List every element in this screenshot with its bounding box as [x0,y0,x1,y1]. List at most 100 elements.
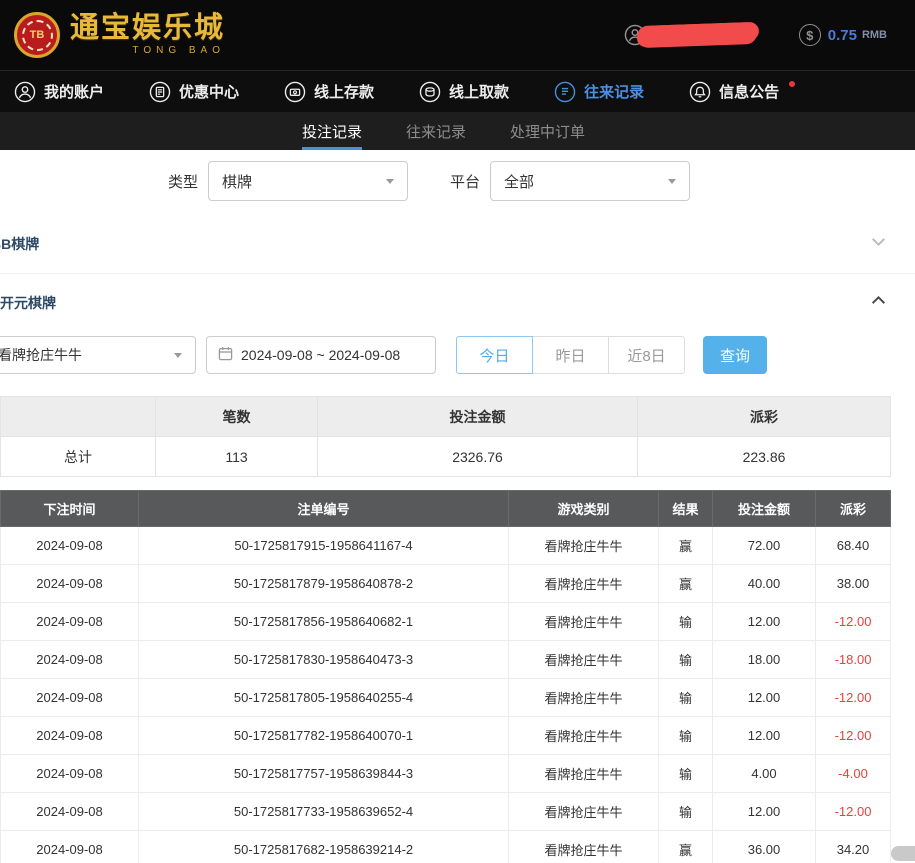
bet-amount-cell: 12.00 [713,679,816,717]
summary-header-payout: 派彩 [638,397,891,437]
nav-item-my-account[interactable]: 我的账户 [14,81,104,103]
header-bet-id: 注单编号 [139,491,509,527]
game-type-cell: 看牌抢庄牛牛 [509,603,659,641]
nav-label: 线上取款 [449,81,509,102]
bet-date-cell: 2024-09-08 [1,603,139,641]
bet-date-cell: 2024-09-08 [1,527,139,565]
bet-table-body: 2024-09-0850-1725817915-1958641167-4看牌抢庄… [1,527,891,863]
bet-id-cell: 50-1725817782-1958640070-1 [139,717,509,755]
game-type-cell: 看牌抢庄牛牛 [509,793,659,831]
summary-total-row: 总计 113 2326.76 223.86 [1,437,891,477]
type-select-value: 棋牌 [222,171,252,192]
deposit-icon [284,81,306,103]
game-select[interactable]: 看牌抢庄牛牛 [0,336,196,374]
nav-item-announcements[interactable]: 信息公告 [689,81,795,103]
platform-label: 平台 [450,171,480,192]
tab-betting-records[interactable]: 投注记录 [302,112,362,150]
nav-item-promotions[interactable]: 优惠中心 [149,81,239,103]
date-range-value: 2024-09-08 ~ 2024-09-08 [241,347,400,363]
summary-header-blank [1,397,156,437]
platform-select[interactable]: 全部 [490,161,690,201]
bet-amount-cell: 12.00 [713,603,816,641]
game-select-value: 看牌抢庄牛牛 [0,345,82,365]
type-select[interactable]: 棋牌 [208,161,408,201]
nav-label: 线上存款 [314,81,374,102]
redacted-username [636,22,757,48]
tab-processing-orders[interactable]: 处理中订单 [510,112,585,150]
tab-transaction-records[interactable]: 往来记录 [406,112,466,150]
summary-count-value: 113 [156,437,318,477]
nav-item-deposit[interactable]: 线上存款 [284,81,374,103]
last-8-days-button[interactable]: 近8日 [608,336,685,374]
nav-item-withdraw[interactable]: 线上取款 [419,81,509,103]
summary-table: 笔数 投注金额 派彩 总计 113 2326.76 223.86 [0,396,891,477]
table-row: 2024-09-0850-1725817805-1958640255-4看牌抢庄… [1,679,891,717]
header-bet-amount: 投注金额 [713,491,816,527]
result-cell: 输 [659,641,713,679]
bet-amount-cell: 4.00 [713,755,816,793]
bet-date-cell: 2024-09-08 [1,641,139,679]
payout-cell: -12.00 [816,679,891,717]
game-type-cell: 看牌抢庄牛牛 [509,831,659,863]
chevron-up-icon [870,292,887,314]
yesterday-button[interactable]: 昨日 [532,336,609,374]
bet-records-table: 下注时间 注单编号 游戏类别 结果 投注金额 派彩 2024-09-0850-1… [0,490,891,863]
game-type-cell: 看牌抢庄牛牛 [509,755,659,793]
date-range-input[interactable]: 2024-09-08 ~ 2024-09-08 [206,336,436,374]
section-title: BB棋牌 [0,234,39,254]
chevron-down-icon [668,179,676,184]
payout-cell: 38.00 [816,565,891,603]
account-info[interactable] [624,24,757,46]
scrollbar-thumb[interactable] [891,846,915,861]
bet-id-cell: 50-1725817879-1958640878-2 [139,565,509,603]
table-row: 2024-09-0850-1725817782-1958640070-1看牌抢庄… [1,717,891,755]
platform-select-value: 全部 [504,171,534,192]
records-icon [554,81,576,103]
bet-amount-cell: 40.00 [713,565,816,603]
search-button[interactable]: 查询 [703,336,767,374]
table-row: 2024-09-0850-1725817830-1958640473-3看牌抢庄… [1,641,891,679]
today-button[interactable]: 今日 [456,336,533,374]
currency-dollar-icon: $ [799,24,821,46]
bet-amount-cell: 72.00 [713,527,816,565]
logo[interactable]: TB 通宝娱乐城 TONG BAO [14,12,225,58]
result-cell: 赢 [659,831,713,863]
casino-chip-icon: TB [14,12,60,58]
bet-amount-cell: 12.00 [713,793,816,831]
table-row: 2024-09-0850-1725817856-1958640682-1看牌抢庄… [1,603,891,641]
type-label: 类型 [168,171,198,192]
section-bb-qipai[interactable]: BB棋牌 [0,215,915,274]
bet-id-cell: 50-1725817757-1958639844-3 [139,755,509,793]
summary-header-row: 笔数 投注金额 派彩 [1,397,891,437]
chevron-down-icon [870,233,887,255]
summary-bet-amount-value: 2326.76 [318,437,638,477]
payout-cell: -12.00 [816,793,891,831]
table-row: 2024-09-0850-1725817915-1958641167-4看牌抢庄… [1,527,891,565]
result-cell: 输 [659,793,713,831]
summary-total-label: 总计 [1,437,156,477]
chevron-down-icon [174,353,182,358]
payout-cell: -18.00 [816,641,891,679]
nav-label: 往来记录 [584,81,644,102]
bet-date-cell: 2024-09-08 [1,755,139,793]
site-title: 通宝娱乐城 [70,14,225,43]
result-cell: 输 [659,755,713,793]
header-result: 结果 [659,491,713,527]
payout-cell: -12.00 [816,717,891,755]
page: TB 通宝娱乐城 TONG BAO $ 0.75 RMB [0,0,915,863]
game-type-cell: 看牌抢庄牛牛 [509,527,659,565]
payout-cell: -4.00 [816,755,891,793]
user-icon [14,81,36,103]
main-nav: 我的账户 优惠中心 线上存款 线上取款 往来记录 [0,70,915,112]
calendar-icon [218,346,233,364]
bet-id-cell: 50-1725817856-1958640682-1 [139,603,509,641]
game-type-cell: 看牌抢庄牛牛 [509,565,659,603]
bet-date-cell: 2024-09-08 [1,793,139,831]
bet-id-cell: 50-1725817805-1958640255-4 [139,679,509,717]
result-cell: 输 [659,603,713,641]
nav-item-transactions[interactable]: 往来记录 [554,81,644,103]
bet-date-cell: 2024-09-08 [1,565,139,603]
section-kaiyuan-qipai[interactable]: 开元棋牌 [0,274,915,332]
payout-cell: 34.20 [816,831,891,863]
table-row: 2024-09-0850-1725817682-1958639214-2看牌抢庄… [1,831,891,863]
